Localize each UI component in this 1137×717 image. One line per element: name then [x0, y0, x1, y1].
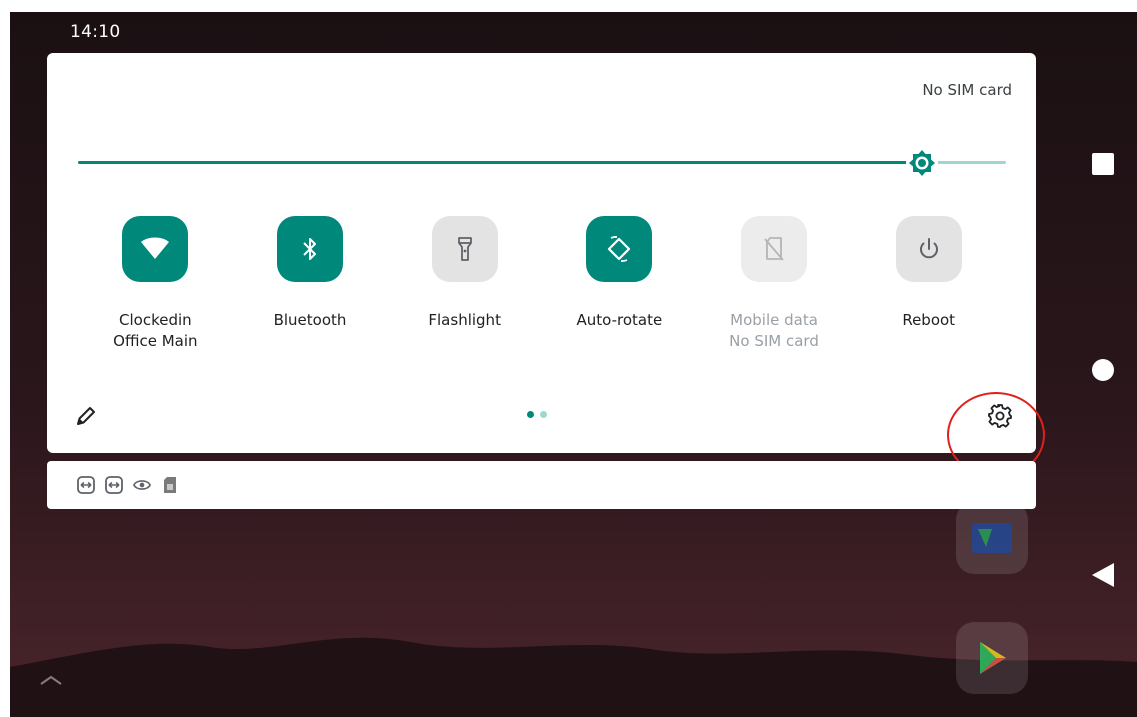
- page-dot-active: [527, 411, 534, 418]
- wifi-icon: [141, 237, 170, 259]
- no-sim-icon: [764, 237, 784, 261]
- tile-mobile-data[interactable]: Mobile data No SIM card: [697, 216, 852, 356]
- brightness-icon[interactable]: [905, 146, 939, 180]
- app-logo-icon: [972, 523, 1012, 553]
- sim-card-icon: [161, 476, 179, 494]
- edit-pencil-icon[interactable]: [73, 403, 99, 429]
- bluetooth-icon: [303, 238, 316, 260]
- quick-settings-panel: No SIM card Clockedin Office Main Blueto…: [47, 53, 1036, 453]
- square-icon: [1092, 153, 1114, 175]
- home-button[interactable]: [1087, 354, 1119, 386]
- tile-reboot[interactable]: Reboot: [851, 216, 1006, 356]
- notification-shelf[interactable]: [47, 461, 1036, 509]
- reboot-tile-button[interactable]: [895, 216, 962, 282]
- navigation-bar: [1069, 12, 1137, 717]
- brightness-slider[interactable]: [78, 147, 1006, 179]
- tile-label: Flashlight: [428, 311, 501, 329]
- wifi-tile-button[interactable]: [122, 216, 189, 282]
- tile-flashlight[interactable]: Flashlight: [387, 216, 542, 356]
- flashlight-tile-button[interactable]: [431, 216, 498, 282]
- play-store-logo-icon: [980, 642, 1006, 674]
- circle-icon: [1092, 359, 1114, 381]
- mobile-data-tile-button[interactable]: [741, 216, 808, 282]
- tile-label: Auto-rotate: [576, 311, 663, 329]
- screen: 14:10 No SIM card Clockedin Office Main …: [10, 12, 1137, 717]
- settings-gear-icon[interactable]: [987, 403, 1013, 429]
- chevron-up-icon[interactable]: [38, 672, 64, 688]
- play-store-icon[interactable]: [956, 622, 1028, 694]
- tile-sublabel: Office Main: [113, 332, 198, 350]
- teamviewer-icon: [105, 476, 123, 494]
- back-button[interactable]: [1087, 559, 1119, 591]
- tile-label: Reboot: [902, 311, 956, 329]
- teamviewer-icon: [77, 476, 95, 494]
- autorotate-tile-button[interactable]: [586, 216, 653, 282]
- autorotate-icon: [608, 236, 631, 262]
- eye-icon: [133, 476, 151, 494]
- tile-label: Bluetooth: [273, 311, 347, 329]
- tile-label: Clockedin: [119, 311, 192, 329]
- carrier-text: No SIM card: [922, 81, 1012, 99]
- page-dot-inactive: [540, 411, 547, 418]
- recents-button[interactable]: [1087, 148, 1119, 180]
- tile-autorotate[interactable]: Auto-rotate: [542, 216, 697, 356]
- back-triangle-icon: [1092, 563, 1114, 587]
- status-bar-clock: 14:10: [70, 22, 121, 42]
- power-icon: [919, 238, 938, 259]
- flashlight-icon: [457, 237, 472, 261]
- tile-label: Mobile data: [730, 311, 818, 329]
- tile-wifi[interactable]: Clockedin Office Main: [78, 216, 233, 356]
- app-icon-blue[interactable]: [956, 502, 1028, 574]
- tile-sublabel: No SIM card: [729, 332, 819, 350]
- bluetooth-tile-button[interactable]: [277, 216, 343, 282]
- tile-bluetooth[interactable]: Bluetooth: [233, 216, 388, 356]
- page-indicator: [527, 411, 547, 418]
- brightness-track-filled: [78, 161, 923, 164]
- quick-settings-tiles: Clockedin Office Main Bluetooth Flashlig…: [78, 216, 1006, 356]
